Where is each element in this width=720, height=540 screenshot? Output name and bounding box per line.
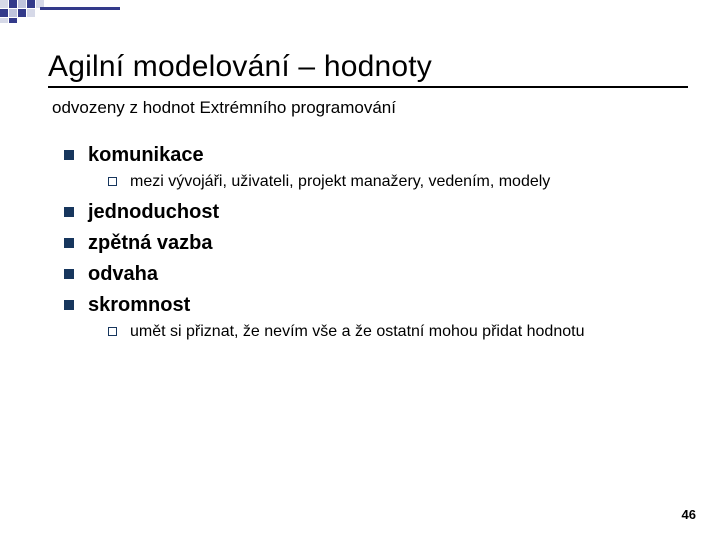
list-item-label: komunikace [88,144,204,166]
sub-list: umět si přiznat, že nevím vše a že ostat… [108,323,680,341]
list-item: zpětná vazba [64,232,680,255]
list-item: skromnost umět si přiznat, že nevím vše … [64,294,680,341]
slide-title: Agilní modelování – hodnoty [48,50,680,84]
page-number: 46 [682,507,696,522]
slide-subtitle: odvozeny z hodnot Extrémního programován… [52,98,680,118]
sub-list-item: umět si přiznat, že nevím vše a že ostat… [108,323,680,341]
list-item: komunikace mezi vývojáři, uživateli, pro… [64,144,680,191]
corner-decoration [0,0,120,25]
slide-content: Agilní modelování – hodnoty odvozeny z h… [0,0,720,341]
title-rule [48,86,688,88]
value-list: komunikace mezi vývojáři, uživateli, pro… [64,144,680,341]
sub-list-item: mezi vývojáři, uživateli, projekt manaže… [108,173,680,191]
list-item: odvaha [64,263,680,286]
list-item-label: odvaha [88,263,158,285]
list-item-label: skromnost [88,294,190,316]
list-item-label: zpětná vazba [88,232,212,254]
list-item-label: jednoduchost [88,201,219,223]
list-item: jednoduchost [64,201,680,224]
sub-list: mezi vývojáři, uživateli, projekt manaže… [108,173,680,191]
